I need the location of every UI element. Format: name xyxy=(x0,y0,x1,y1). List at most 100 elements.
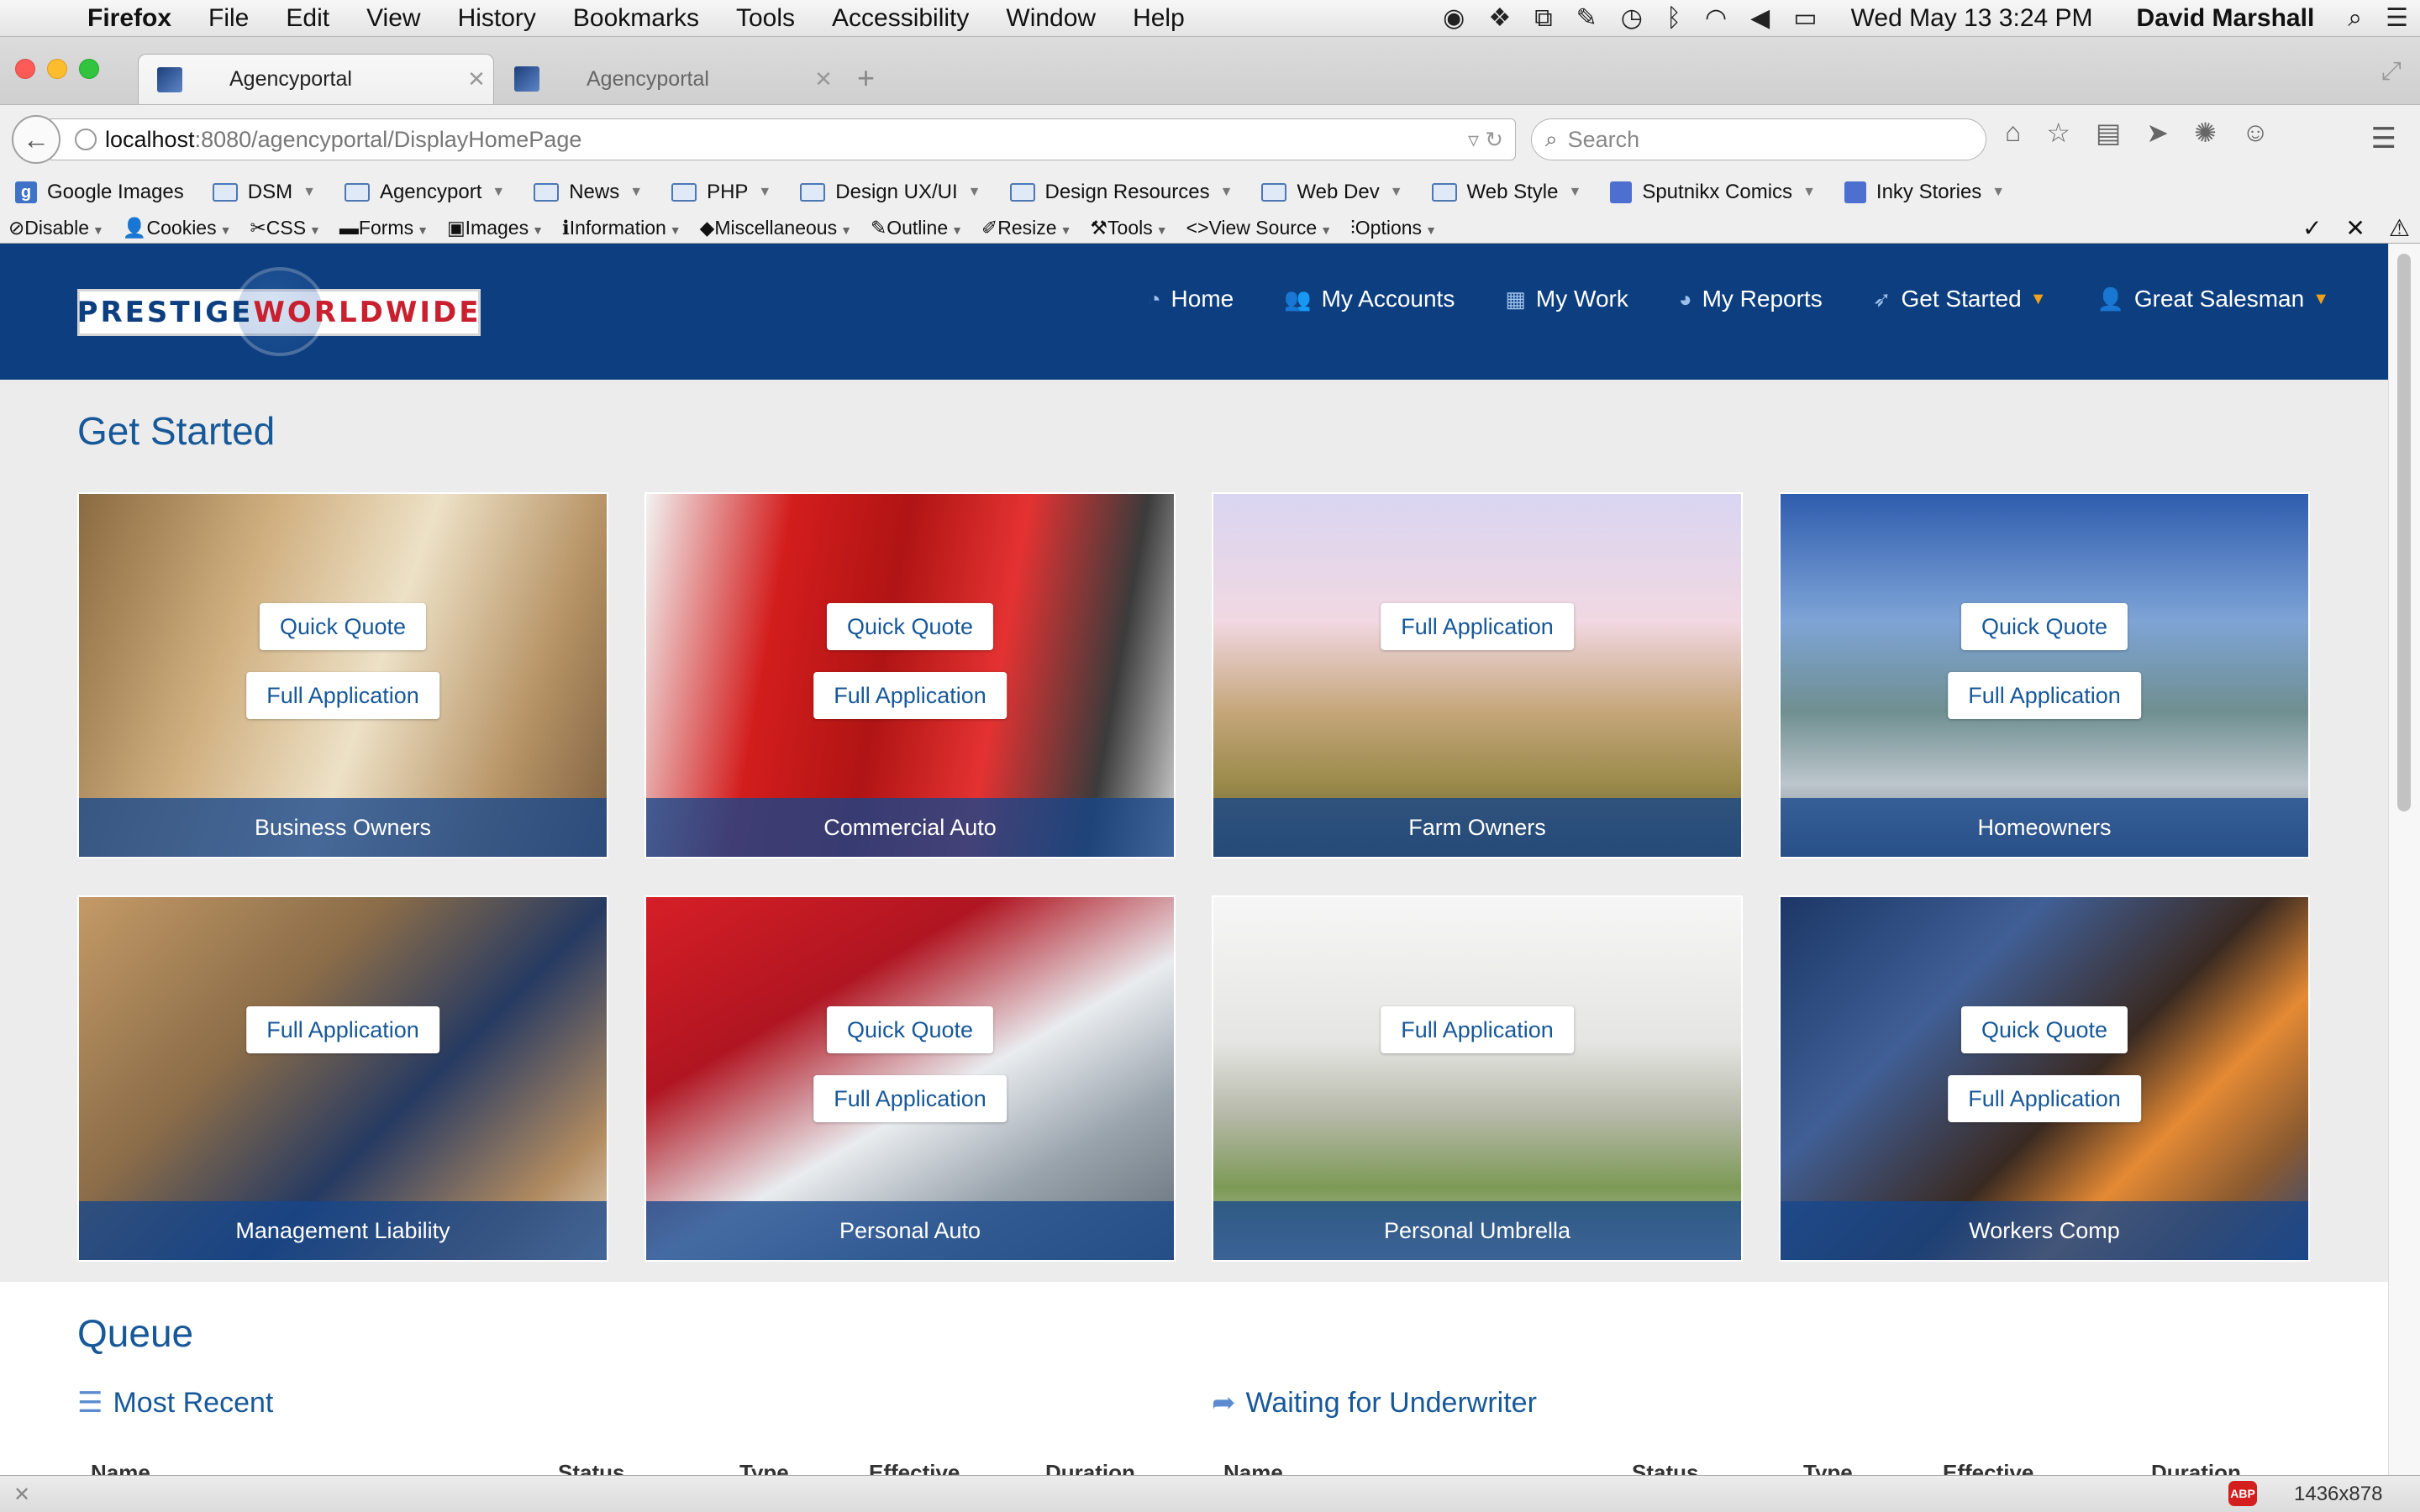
url-bar[interactable]: localhost :8080/agencyportal/DisplayHome… xyxy=(50,118,1516,160)
search-input[interactable]: ⌕ Search xyxy=(1531,118,1986,160)
nav-my-reports[interactable]: ◕ My Reports xyxy=(1679,286,1823,312)
zoom-window-button[interactable] xyxy=(79,59,99,79)
col-status[interactable]: Status xyxy=(558,1460,624,1475)
hamburger-menu-icon[interactable]: ☰ xyxy=(2371,122,2396,155)
quick-quote-button[interactable]: Quick Quote xyxy=(826,1006,994,1053)
bookmark-star-icon[interactable]: ☆ xyxy=(2046,117,2070,149)
back-button[interactable]: ← xyxy=(12,115,60,164)
nav-get-started[interactable]: ➶ Get Started ▼ xyxy=(1873,286,2047,312)
quick-quote-button[interactable]: Quick Quote xyxy=(1960,603,2128,650)
bookmark-folder-design-resources[interactable]: Design Resources ▼ xyxy=(1009,181,1233,204)
creative-cloud-icon[interactable]: ◉ xyxy=(1431,3,1476,33)
bookmark-folder-php[interactable]: PHP ▼ xyxy=(671,181,771,204)
menu-window[interactable]: Window xyxy=(987,4,1114,33)
bluetooth-icon[interactable]: ᛒ xyxy=(1655,4,1693,33)
evernote-icon[interactable]: ✎ xyxy=(1565,3,1609,33)
nav-my-accounts[interactable]: 👥 My Accounts xyxy=(1284,286,1455,312)
col-effective[interactable]: Effective xyxy=(1943,1460,2033,1475)
menu-accessibility[interactable]: Accessibility xyxy=(813,4,987,33)
full-application-button[interactable]: Full Application xyxy=(1381,1006,1574,1053)
devtool-options[interactable]: ⫶Options ▼ xyxy=(1350,217,1437,239)
col-type[interactable]: Type xyxy=(1803,1460,1853,1475)
spotlight-icon[interactable]: ⌕ xyxy=(2336,4,2374,33)
nav-user-menu[interactable]: 👤 Great Salesman ▼ xyxy=(2097,286,2330,312)
scrollbar-thumb[interactable] xyxy=(2397,254,2411,811)
close-addon-bar-icon[interactable]: ✕ xyxy=(13,1483,30,1507)
reading-list-icon[interactable]: ▤ xyxy=(2096,117,2121,149)
home-icon[interactable]: ⌂ xyxy=(2005,117,2021,149)
quick-quote-button[interactable]: Quick Quote xyxy=(826,603,994,650)
menu-help[interactable]: Help xyxy=(1114,4,1203,33)
devtool-tools[interactable]: ⚒Tools ▼ xyxy=(1090,217,1167,239)
menu-bookmarks[interactable]: Bookmarks xyxy=(555,4,718,33)
tab-agencyportal-active[interactable]: Agencyportal ✕ xyxy=(138,54,494,104)
send-icon[interactable]: ➤ xyxy=(2146,117,2169,149)
bookmark-folder-dsm[interactable]: DSM ▼ xyxy=(212,181,316,204)
bookmark-sputnikx-comics[interactable]: Sputnikx Comics ▼ xyxy=(1610,181,1816,204)
chat-icon[interactable]: ☺ xyxy=(2242,117,2270,149)
full-application-button[interactable]: Full Application xyxy=(246,672,439,719)
validation-check-icon[interactable]: ✓ xyxy=(2302,214,2322,242)
menu-tools[interactable]: Tools xyxy=(718,4,813,33)
bookmark-folder-web-dev[interactable]: Web Dev ▼ xyxy=(1261,181,1403,204)
close-window-button[interactable] xyxy=(15,59,35,79)
bookmark-inky-stories[interactable]: Inky Stories ▼ xyxy=(1844,181,2005,204)
menu-view[interactable]: View xyxy=(348,4,439,33)
devtool-miscellaneous[interactable]: ◆Miscellaneous ▼ xyxy=(700,217,852,239)
fullscreen-icon[interactable]: ⤢ xyxy=(2381,57,2402,86)
col-effective[interactable]: Effective xyxy=(869,1460,960,1475)
extension-icon[interactable]: ✺ xyxy=(2194,117,2217,149)
bookmark-folder-design-ux-ui[interactable]: Design UX/UI ▼ xyxy=(800,181,981,204)
bookmark-google-images[interactable]: g Google Images xyxy=(15,181,184,204)
full-application-button[interactable]: Full Application xyxy=(813,1075,1007,1122)
full-application-button[interactable]: Full Application xyxy=(813,672,1007,719)
col-duration[interactable]: Duration xyxy=(2151,1460,2241,1475)
wifi-icon[interactable]: ◠ xyxy=(1693,3,1739,33)
quick-quote-button[interactable]: Quick Quote xyxy=(1960,1006,2128,1053)
col-status[interactable]: Status xyxy=(1632,1460,1698,1475)
site-identity-icon[interactable] xyxy=(75,129,97,150)
nav-home[interactable]: ◔ Home xyxy=(1148,286,1234,312)
close-toolbar-icon[interactable]: ✕ xyxy=(2345,214,2365,242)
col-duration[interactable]: Duration xyxy=(1045,1460,1135,1475)
time-machine-icon[interactable]: ◷ xyxy=(1609,3,1655,33)
full-application-button[interactable]: Full Application xyxy=(1948,672,2141,719)
devtool-forms[interactable]: ▬Forms ▼ xyxy=(339,217,429,239)
devtool-disable[interactable]: ⊘Disable ▼ xyxy=(8,217,104,239)
devtool-css[interactable]: ✂CSS ▼ xyxy=(250,217,320,239)
full-application-button[interactable]: Full Application xyxy=(246,1006,439,1053)
col-type[interactable]: Type xyxy=(739,1460,789,1475)
screenshot-icon[interactable]: ⧉ xyxy=(1523,4,1564,33)
devtool-information[interactable]: ℹInformation ▼ xyxy=(562,217,681,239)
tab-close-icon[interactable]: ✕ xyxy=(807,66,840,92)
devtool-resize[interactable]: ✐Resize ▼ xyxy=(981,217,1071,239)
devtool-cookies[interactable]: 👤Cookies ▼ xyxy=(123,217,232,239)
menu-app-firefox[interactable]: Firefox xyxy=(69,4,190,33)
warning-icon[interactable]: ⚠ xyxy=(2389,214,2410,242)
menu-edit[interactable]: Edit xyxy=(267,4,348,33)
menu-history[interactable]: History xyxy=(439,4,555,33)
bookmark-folder-agencyport[interactable]: Agencyport ▼ xyxy=(344,181,505,204)
bookmark-folder-news[interactable]: News ▼ xyxy=(534,181,643,204)
devtool-images[interactable]: ▣Images ▼ xyxy=(447,217,544,239)
menu-clock[interactable]: Wed May 13 3:24 PM xyxy=(1829,4,2115,33)
notification-center-icon[interactable]: ☰ xyxy=(2374,3,2420,33)
adblock-icon[interactable]: ABP xyxy=(2228,1481,2257,1506)
devtool-view-source[interactable]: <>View Source ▼ xyxy=(1186,217,1332,239)
nav-my-work[interactable]: ▦ My Work xyxy=(1505,286,1628,312)
menu-file[interactable]: File xyxy=(190,4,267,33)
minimize-window-button[interactable] xyxy=(47,59,67,79)
battery-icon[interactable]: ▭ xyxy=(1781,3,1828,33)
quick-quote-button[interactable]: Quick Quote xyxy=(259,603,427,650)
page-scrollbar[interactable] xyxy=(2388,244,2420,1475)
full-application-button[interactable]: Full Application xyxy=(1948,1075,2141,1122)
dropbox-icon[interactable]: ❖ xyxy=(1476,3,1523,33)
prestige-worldwide-logo[interactable]: PRESTIGEWORLDWIDE xyxy=(77,267,481,356)
tab-close-icon[interactable]: ✕ xyxy=(460,66,493,92)
col-name[interactable]: Name xyxy=(91,1460,150,1475)
reload-icon[interactable]: ▿ ↻ xyxy=(1468,127,1503,153)
tab-agencyportal[interactable]: Agencyportal ✕ xyxy=(496,54,840,104)
bookmark-folder-web-style[interactable]: Web Style ▼ xyxy=(1431,181,1581,204)
volume-icon[interactable]: ◀ xyxy=(1739,3,1781,33)
full-application-button[interactable]: Full Application xyxy=(1381,603,1574,650)
